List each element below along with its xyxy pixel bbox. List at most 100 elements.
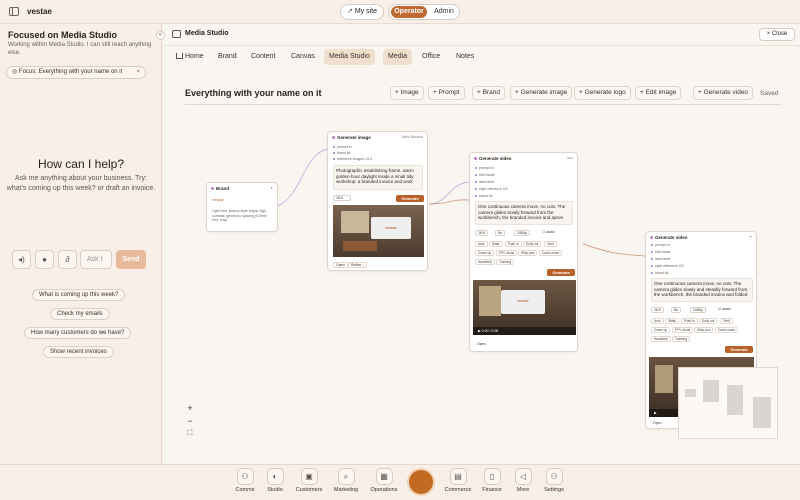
- refine-button[interactable]: Refine...: [348, 262, 368, 268]
- node-title: Generate video: [474, 156, 512, 161]
- node-title-text: Generate image: [337, 135, 371, 140]
- close-icon[interactable]: ×: [136, 67, 140, 78]
- dock-label: Marketing: [333, 487, 359, 493]
- camera-chip[interactable]: Dolly out: [523, 241, 542, 247]
- dock-studio[interactable]: ◐ Studio: [257, 468, 293, 493]
- prompt-field[interactable]: Photographic establishing frame, warm go…: [333, 165, 423, 190]
- prompt-field[interactable]: One continuous camera move, no cuts. The…: [651, 278, 753, 302]
- node-input: last frame: [651, 257, 670, 261]
- generated-image[interactable]: vestae: [333, 205, 424, 257]
- generate-image-node[interactable]: Generate image Nano Banana prompt in bra…: [327, 131, 428, 271]
- camera-chip[interactable]: Orbit: [720, 318, 733, 324]
- minimap-node: [685, 389, 696, 397]
- camera-chip[interactable]: Handheld: [475, 259, 495, 265]
- send-button[interactable]: Send: [116, 250, 146, 269]
- camera-chip[interactable]: Tracking: [672, 336, 691, 342]
- camera-chip[interactable]: Crane up: [651, 327, 671, 333]
- model-tag: Nano Banana: [401, 135, 423, 139]
- audio-checkbox[interactable]: ☑ audio: [716, 307, 733, 313]
- paperclip-icon[interactable]: ∂: [58, 250, 77, 269]
- audio-checkbox[interactable]: ☐ audio: [540, 230, 557, 236]
- suggestion-chip[interactable]: Show recent invoices: [43, 346, 114, 358]
- dock-operations[interactable]: ▦ Operations: [366, 468, 402, 493]
- dock-label: Customers: [295, 487, 323, 493]
- node-input: brand kit: [333, 151, 350, 155]
- fit-view-button[interactable]: ⛶: [183, 428, 197, 440]
- camera-chip[interactable]: Whip pan: [518, 250, 538, 256]
- generate-button[interactable]: Generate: [396, 195, 424, 202]
- prompt-field[interactable]: One continuous camera move, no cuts. The…: [475, 201, 573, 225]
- camera-chip[interactable]: Auto: [651, 318, 664, 324]
- camera-chip[interactable]: Crane up: [475, 250, 495, 256]
- open-button[interactable]: Open: [475, 342, 488, 348]
- open-button[interactable]: Open: [651, 421, 664, 427]
- van-brand-label: vestae: [517, 298, 529, 303]
- node-title: Brand: [211, 186, 229, 191]
- camera-chip[interactable]: Static: [489, 241, 503, 247]
- node-input: prompt in: [651, 243, 670, 247]
- resolution-select[interactable]: 1080p: [690, 307, 706, 313]
- camera-chip[interactable]: Crash zoom: [539, 250, 563, 256]
- camera-chip[interactable]: FPV drone: [672, 327, 694, 333]
- collapse-panel-icon[interactable]: «: [156, 31, 165, 40]
- aspect-select[interactable]: 16:9: [475, 230, 488, 236]
- my-site-button[interactable]: ↗ My site: [340, 4, 384, 20]
- node-menu-icon[interactable]: ✦: [270, 186, 273, 190]
- assistant-orb[interactable]: [409, 470, 433, 494]
- focus-chip-label: Focus: Everything with your name on it: [18, 69, 123, 75]
- camera-chip[interactable]: FPV drone: [496, 250, 518, 256]
- zoom-in-button[interactable]: +: [183, 402, 197, 414]
- node-input: style reference 0/3: [475, 187, 508, 191]
- camera-chip[interactable]: Auto: [475, 241, 488, 247]
- zoom-out-button[interactable]: −: [183, 415, 197, 427]
- suggestion-chip[interactable]: What is coming up this week?: [32, 289, 126, 301]
- aspect-select[interactable]: 16:9: [651, 307, 664, 313]
- suggestion-chip[interactable]: How many customers do we have?: [24, 327, 132, 339]
- node-input: first frame: [475, 173, 495, 177]
- dock-customers[interactable]: ▣ Customers: [291, 468, 327, 493]
- camera-chip[interactable]: Orbit: [544, 241, 557, 247]
- bottom-dock: ⚇ Comms ◐ Studio ▣ Customers ⌕ Marketing ▦ Op…: [0, 464, 800, 500]
- duration-select[interactable]: 8s: [671, 307, 681, 313]
- camera-chip[interactable]: Push in: [505, 241, 522, 247]
- camera-chip[interactable]: Static: [665, 318, 679, 324]
- generate-video-node[interactable]: Generate video Veo prompt in first frame…: [469, 152, 578, 352]
- role-operator-button[interactable]: Operator: [391, 6, 427, 18]
- dock-label: Commerce: [444, 487, 472, 493]
- dock-settings[interactable]: ⚇ Settings: [536, 468, 572, 493]
- chat-input[interactable]: Ask t: [80, 250, 112, 269]
- canvas-minimap[interactable]: [678, 367, 778, 439]
- speaker-icon[interactable]: ◂): [12, 250, 31, 269]
- focus-chip[interactable]: ◎ Focus: Everything with your name on it…: [6, 66, 146, 79]
- duration-select[interactable]: 8s: [495, 230, 505, 236]
- camera-chip[interactable]: Push in: [681, 318, 698, 324]
- microphone-icon[interactable]: ●: [35, 250, 54, 269]
- node-dot-icon: [474, 157, 477, 160]
- aspect-select[interactable]: 16:9: [333, 195, 351, 201]
- camera-chip[interactable]: Handheld: [651, 336, 671, 342]
- node-title: Generate video: [650, 235, 688, 240]
- camera-chip[interactable]: Whip pan: [694, 327, 714, 333]
- camera-chip[interactable]: Dolly out: [699, 318, 718, 324]
- help-subtitle: Ask me anything about your business. Try…: [6, 175, 156, 192]
- camera-chip[interactable]: Crash zoom: [715, 327, 739, 333]
- resolution-select[interactable]: 1080p: [514, 230, 530, 236]
- open-button[interactable]: Open: [333, 262, 348, 268]
- focus-description: Working within Media Studio. I can still…: [8, 42, 152, 56]
- dock-commerce[interactable]: ▤ Commerce: [440, 468, 476, 493]
- sidebar-toggle-icon[interactable]: [9, 7, 19, 16]
- brand-node[interactable]: Brand ✦ vestae Light Hint, Breezy style …: [206, 182, 278, 232]
- video-controls[interactable]: ▶ 0:00 / 0:08: [473, 327, 576, 335]
- generate-button[interactable]: Generate: [725, 346, 753, 353]
- node-dot-icon: [211, 187, 214, 190]
- generate-button[interactable]: Generate: [547, 269, 575, 276]
- camera-chip[interactable]: Tracking: [496, 259, 515, 265]
- search-icon: ⌕: [337, 468, 355, 485]
- node-title-text: Generate video: [655, 235, 688, 240]
- document-icon: ▯: [483, 468, 501, 485]
- suggestion-chip[interactable]: Check my emails: [50, 308, 110, 320]
- dock-marketing[interactable]: ⌕ Marketing: [328, 468, 364, 493]
- role-admin-button[interactable]: Admin: [431, 6, 457, 18]
- menu-icon[interactable]: ✦: [749, 235, 752, 239]
- video-player[interactable]: vestae ▶ 0:00 / 0:08: [473, 280, 576, 335]
